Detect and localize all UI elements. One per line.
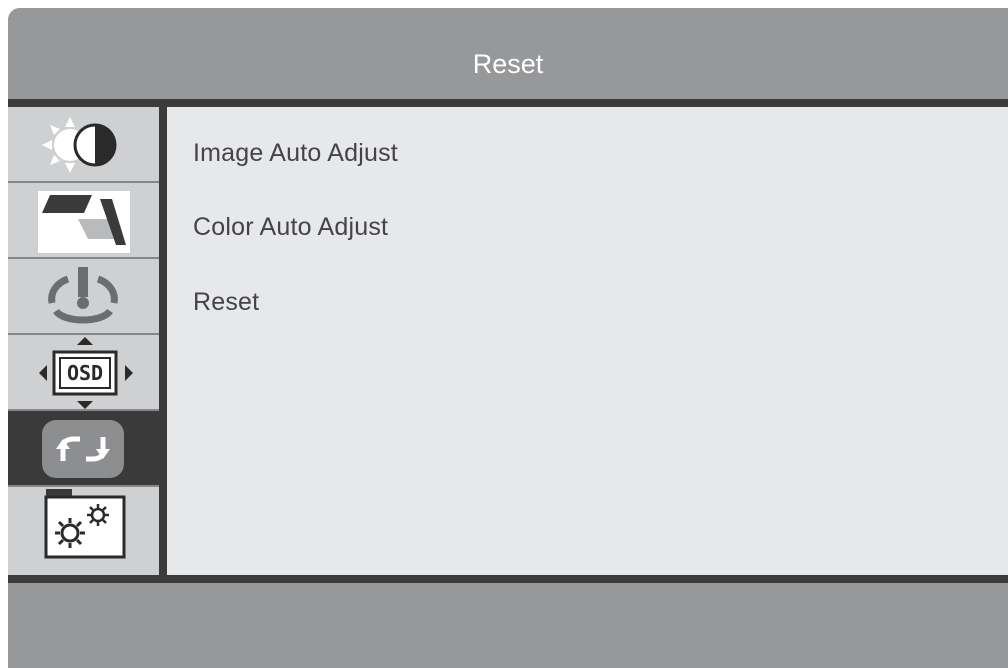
tab-image[interactable] — [8, 183, 159, 259]
menu-item-image-auto-adjust[interactable]: Image Auto Adjust — [193, 139, 398, 168]
tab-brightness-contrast[interactable] — [8, 107, 159, 183]
tab-osd-settings[interactable]: OSD — [8, 335, 159, 411]
tab-color[interactable] — [8, 259, 159, 335]
menu-item-reset[interactable]: Reset — [193, 288, 259, 317]
osd-icon-label: OSD — [66, 361, 104, 385]
menu-header: Reset — [8, 8, 1008, 99]
menu-title-text: Reset — [472, 49, 544, 79]
menu-footer — [8, 583, 1008, 668]
osd-menu-window: Reset OSD Image Auto Adjust Color Auto A… — [8, 8, 1008, 668]
sidebar-divider — [159, 107, 167, 575]
color-icon — [48, 267, 118, 324]
sidebar: OSD — [8, 107, 159, 575]
tab-reset[interactable] — [8, 411, 159, 487]
footer-divider — [8, 575, 1008, 583]
menu-title: Reset — [8, 8, 1008, 99]
image-geometry-icon — [38, 191, 130, 253]
settings-gears-icon — [44, 489, 126, 559]
reset-arrows-icon — [42, 420, 124, 478]
menu-content: Image Auto Adjust Color Auto Adjust Rese… — [167, 107, 1008, 575]
tab-settings[interactable] — [8, 487, 159, 575]
brightness-contrast-icon — [42, 117, 117, 173]
menu-item-color-auto-adjust[interactable]: Color Auto Adjust — [193, 213, 388, 242]
header-divider — [8, 99, 1008, 107]
